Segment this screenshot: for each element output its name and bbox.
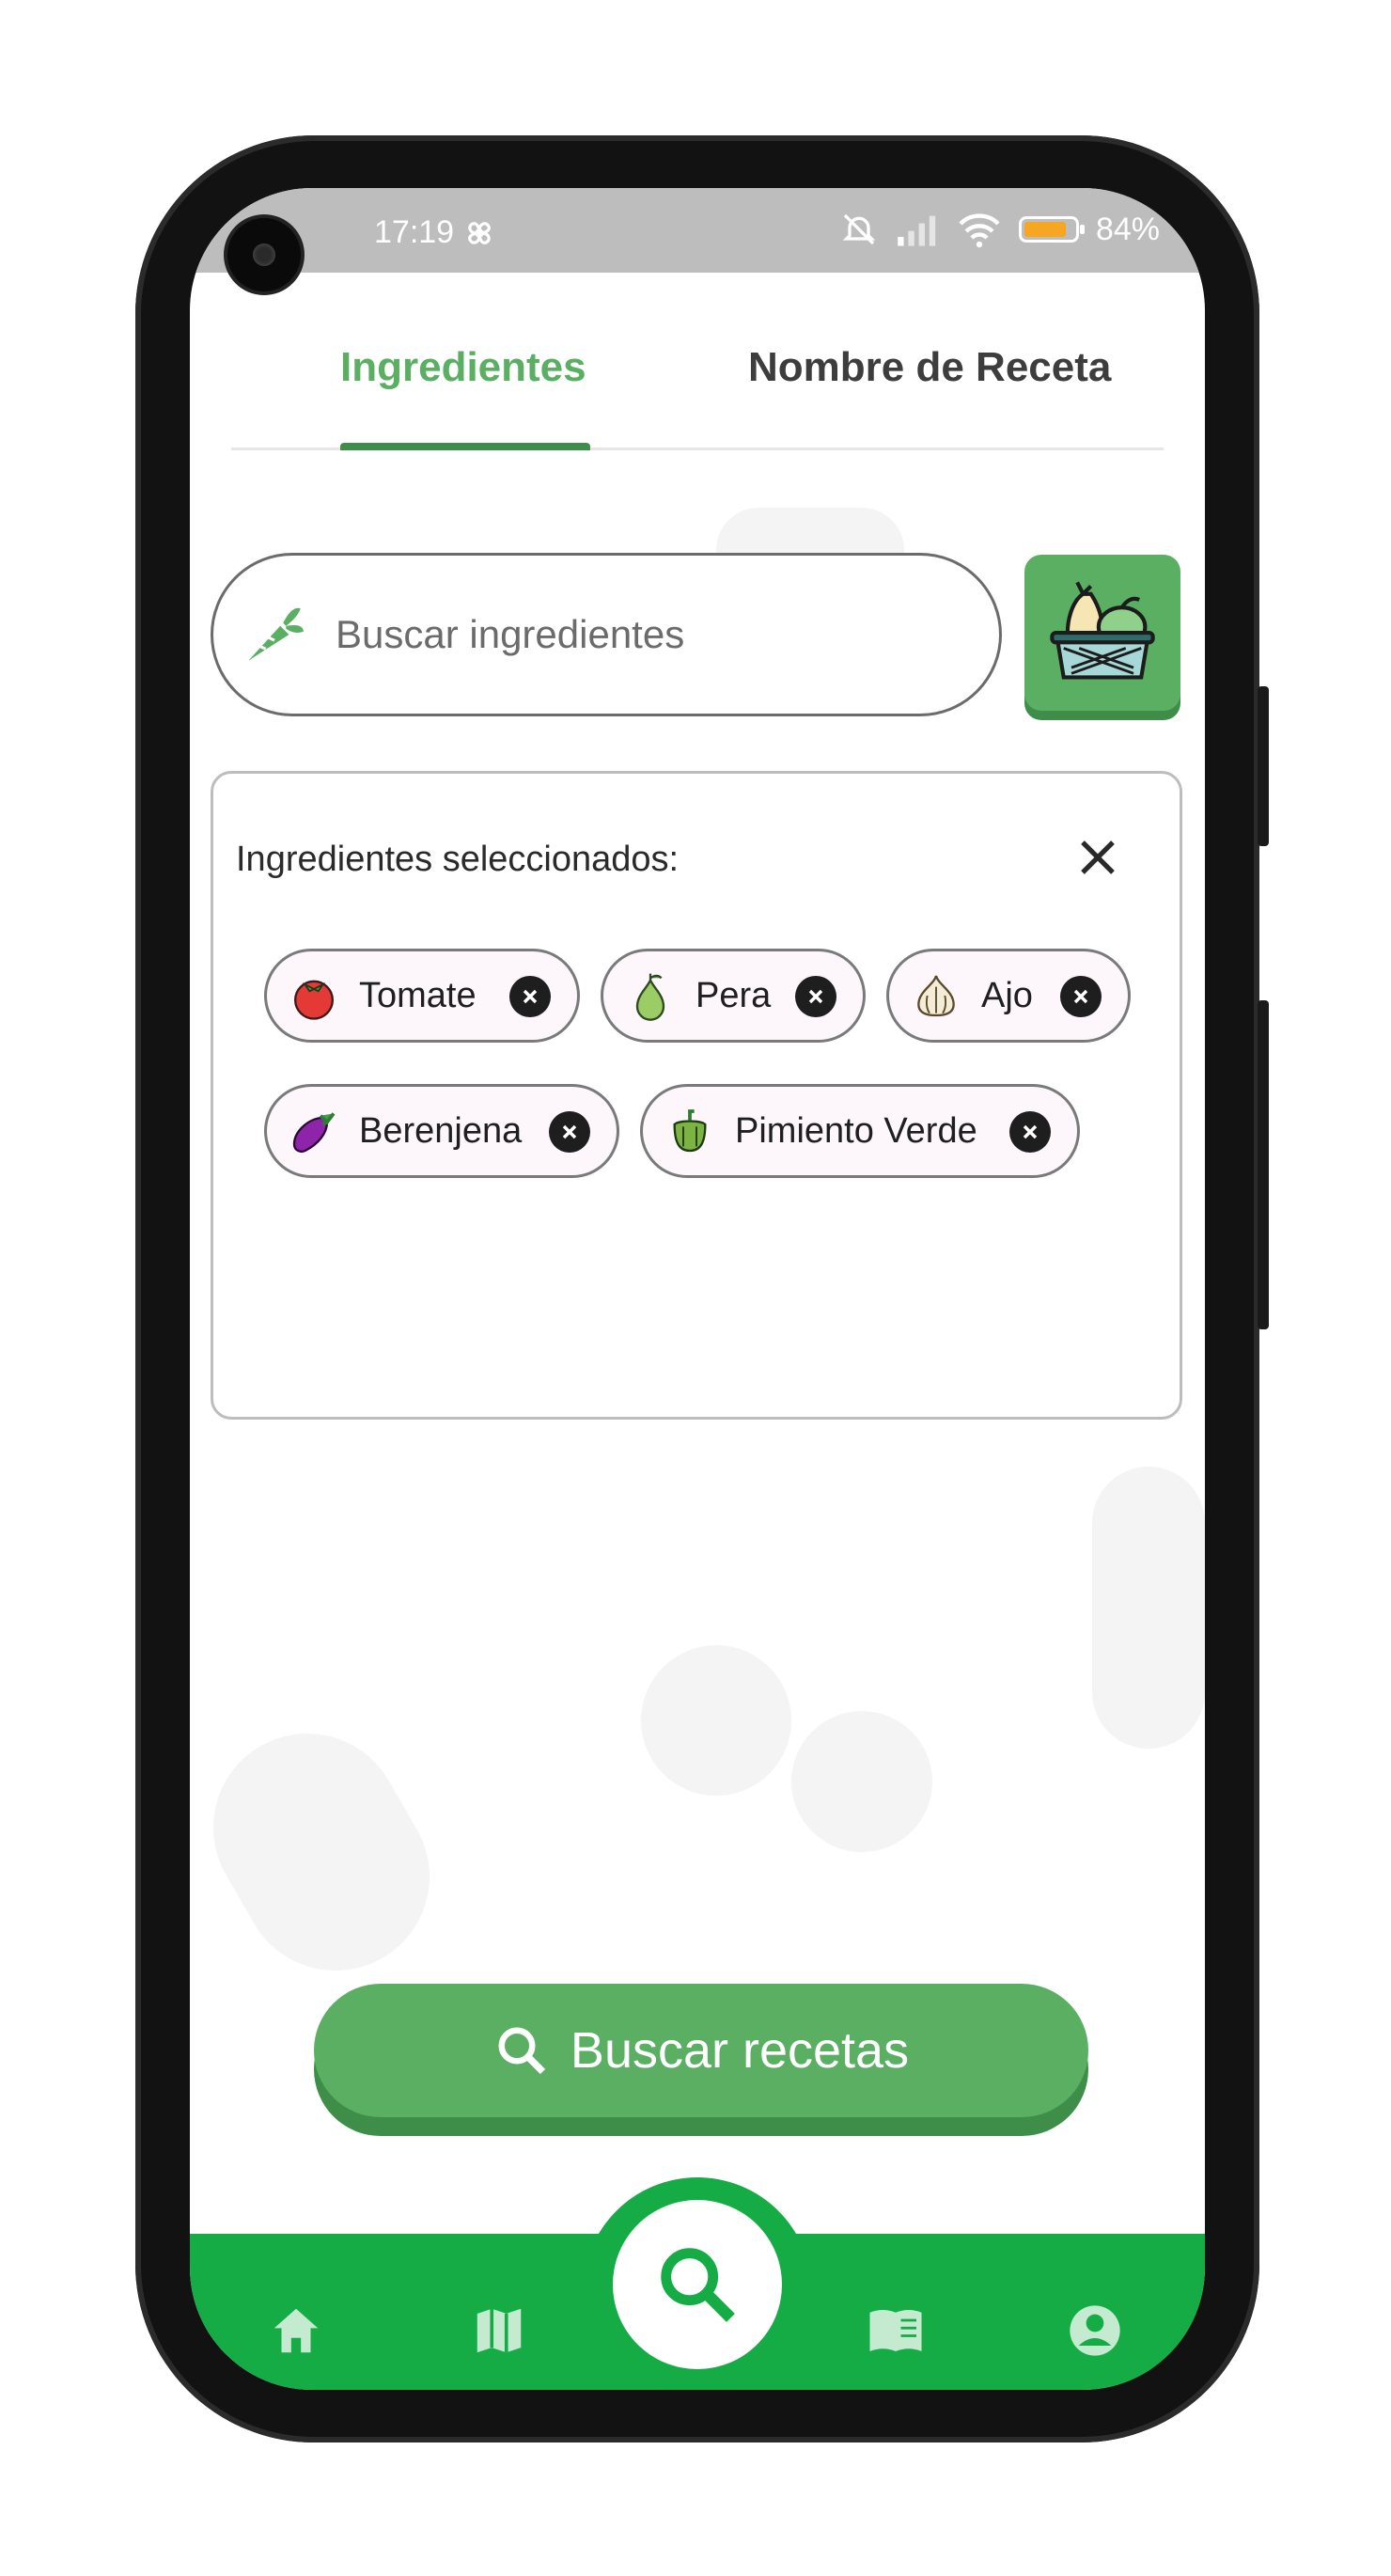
chip-label: Berenjena	[359, 1110, 523, 1151]
eggplant-icon	[292, 1112, 336, 1154]
green-pepper-icon	[673, 1109, 707, 1153]
power-button	[1258, 1000, 1269, 1329]
close-icon	[1023, 1124, 1038, 1139]
pear-icon	[635, 973, 665, 1021]
background-decoration	[641, 1645, 791, 1796]
signal-icon	[898, 215, 936, 246]
nav-profile[interactable]	[1064, 2300, 1126, 2362]
nav-search[interactable]	[613, 2200, 782, 2369]
app-screen: 17:19 84% Ingredientes Nombre de Receta …	[190, 188, 1205, 2390]
battery-icon	[1018, 216, 1085, 243]
carrot-icon	[248, 607, 304, 661]
nav-home[interactable]	[265, 2300, 327, 2362]
chip-pimiento-verde[interactable]: Pimiento Verde	[640, 1084, 1080, 1178]
background-decoration	[190, 1699, 464, 2005]
battery-level: 84%	[1095, 211, 1160, 247]
tab-ingredientes[interactable]: Ingredientes	[340, 344, 586, 391]
close-icon	[523, 989, 538, 1004]
status-time-text: 17:19	[374, 214, 455, 250]
clear-selection-button[interactable]	[1067, 826, 1129, 888]
background-decoration	[791, 1711, 932, 1852]
close-icon	[1073, 989, 1088, 1004]
tab-nombre-receta[interactable]: Nombre de Receta	[748, 344, 1111, 391]
chip-pera[interactable]: Pera	[601, 949, 866, 1043]
chip-tomate[interactable]: Tomate	[264, 949, 580, 1043]
chip-label: Tomate	[359, 975, 477, 1015]
chip-ajo[interactable]: Ajo	[886, 949, 1131, 1043]
selected-ingredients-card: Ingredientes seleccionados: Tomate Pera …	[211, 771, 1182, 1420]
ingredient-search-box[interactable]	[211, 553, 1002, 716]
search-icon	[498, 2027, 546, 2075]
volume-button	[1258, 686, 1269, 846]
status-bar: 17:19 84%	[190, 188, 1205, 291]
home-icon	[274, 2308, 319, 2353]
ingredient-search-input[interactable]	[334, 611, 939, 658]
tab-indicator	[340, 443, 590, 450]
book-icon	[869, 2310, 922, 2351]
remove-chip-button[interactable]	[509, 976, 551, 1017]
status-icons: 84%	[840, 211, 1160, 248]
background-decoration	[1092, 1467, 1205, 1749]
chip-label: Pimiento Verde	[735, 1110, 977, 1151]
remove-chip-button[interactable]	[549, 1111, 590, 1153]
map-icon	[477, 2308, 522, 2353]
remove-chip-button[interactable]	[795, 976, 836, 1017]
basket-button[interactable]	[1024, 555, 1180, 711]
account-icon	[1070, 2305, 1120, 2356]
nav-map[interactable]	[468, 2300, 530, 2362]
status-time: 17:19	[374, 214, 497, 251]
search-icon	[661, 2248, 735, 2322]
wifi-icon	[959, 213, 1000, 248]
phone-frame: 17:19 84% Ingredientes Nombre de Receta …	[135, 135, 1269, 2442]
remove-chip-button[interactable]	[1009, 1111, 1051, 1153]
close-icon	[562, 1124, 577, 1139]
search-recipes-button[interactable]: Buscar recetas	[314, 1984, 1088, 2117]
chip-label: Pera	[696, 975, 772, 1015]
chip-berenjena[interactable]: Berenjena	[264, 1084, 619, 1178]
chip-label: Ajo	[981, 975, 1033, 1015]
search-recipes-label: Buscar recetas	[570, 2022, 910, 2079]
bell-muted-icon	[842, 213, 876, 245]
nav-recipes[interactable]	[865, 2300, 927, 2362]
selected-ingredients-title: Ingredientes seleccionados:	[236, 840, 680, 879]
remove-chip-button[interactable]	[1060, 976, 1102, 1017]
tab-bar: Ingredientes Nombre de Receta	[231, 308, 1164, 450]
close-icon	[1081, 840, 1115, 874]
fruit-basket-icon	[1050, 581, 1155, 680]
tomato-icon	[294, 980, 334, 1020]
close-icon	[808, 989, 823, 1004]
fan-icon	[468, 221, 491, 244]
garlic-icon	[917, 975, 955, 1017]
front-camera	[227, 218, 301, 291]
